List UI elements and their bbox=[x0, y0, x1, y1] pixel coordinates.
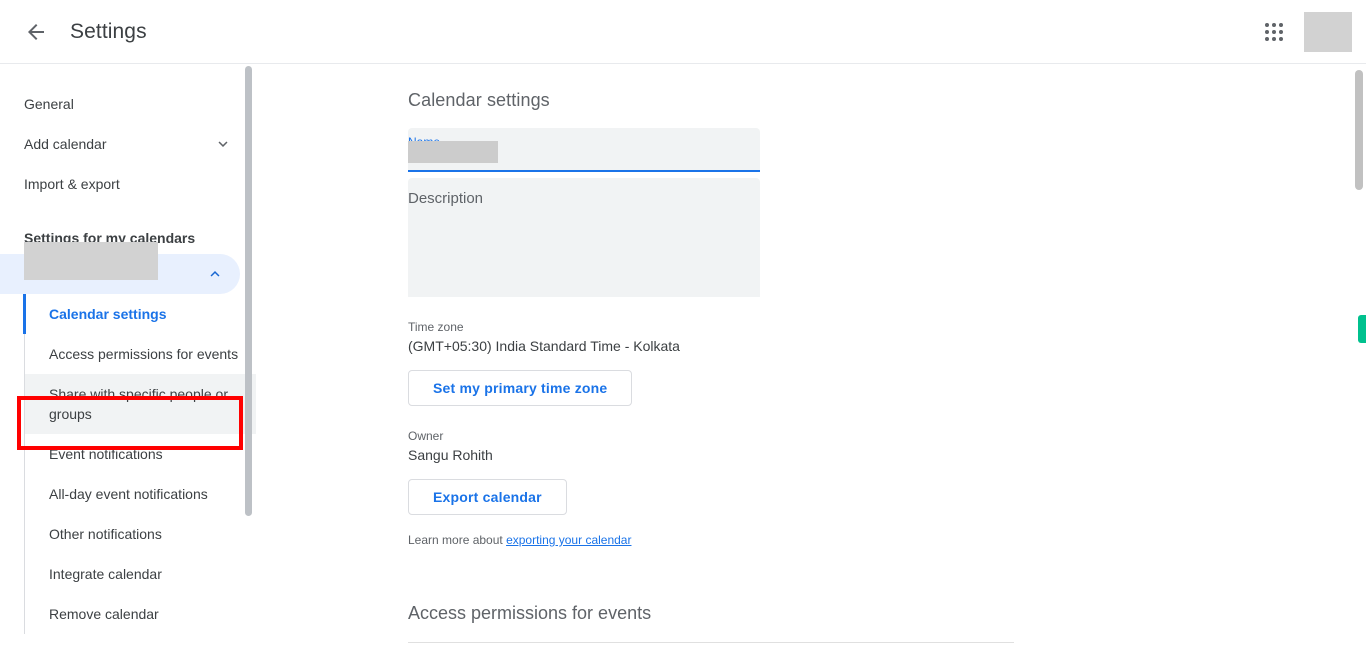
section-heading-calendar-settings: Calendar settings bbox=[408, 90, 550, 110]
sidebar-sub-list: Calendar settings Access permissions for… bbox=[23, 294, 256, 634]
app-header: Settings bbox=[0, 0, 1366, 64]
sidebar-item-general[interactable]: General bbox=[0, 84, 256, 124]
sidebar-item-label: Remove calendar bbox=[49, 606, 159, 622]
export-calendar-button[interactable]: Export calendar bbox=[408, 479, 567, 515]
sidebar-item-access-permissions[interactable]: Access permissions for events bbox=[25, 334, 256, 374]
chevron-down-icon bbox=[214, 135, 232, 153]
timezone-label: Time zone bbox=[408, 320, 464, 334]
avatar[interactable] bbox=[1304, 12, 1352, 52]
sidebar-item-label: Access permissions for events bbox=[49, 346, 239, 362]
export-learn-more: Learn more about exporting your calendar bbox=[408, 533, 1028, 547]
page-title: Settings bbox=[70, 19, 147, 43]
timezone-block: Time zone (GMT+05:30) India Standard Tim… bbox=[408, 319, 1028, 406]
sidebar-item-label: Other notifications bbox=[49, 526, 162, 542]
google-apps-grid-icon[interactable] bbox=[1254, 12, 1294, 52]
chevron-up-icon[interactable] bbox=[206, 265, 224, 283]
settings-sidebar: General Add calendar Import & export Set… bbox=[0, 64, 256, 657]
sidebar-item-label: Add calendar bbox=[24, 136, 107, 152]
sidebar-item-label: Share with specific people or groups bbox=[49, 386, 228, 422]
settings-page: Settings General Add calendar Import & e… bbox=[0, 0, 1366, 657]
sidebar-item-other-notifications[interactable]: Other notifications bbox=[25, 514, 256, 554]
access-permissions-section: Access permissions for events Make avail… bbox=[408, 603, 1028, 657]
sidebar-item-label: Calendar settings bbox=[49, 306, 167, 322]
sidebar-item-label: Integrate calendar bbox=[49, 566, 162, 582]
sidebar-item-calendar-settings[interactable]: Calendar settings bbox=[23, 294, 256, 334]
sidebar-item-label: All-day event notifications bbox=[49, 486, 208, 502]
header-actions bbox=[1254, 0, 1352, 64]
sidebar-scrollbar[interactable] bbox=[245, 66, 252, 516]
export-block: Export calendar Learn more about exporti… bbox=[408, 465, 1028, 547]
timezone-value: (GMT+05:30) India Standard Time - Kolkat… bbox=[408, 338, 680, 354]
set-primary-timezone-button[interactable]: Set my primary time zone bbox=[408, 370, 633, 406]
exporting-your-calendar-link[interactable]: exporting your calendar bbox=[506, 533, 631, 547]
sidebar-item-label: Import & export bbox=[24, 176, 120, 192]
main-content: Calendar settings Name Description Time … bbox=[256, 64, 1366, 657]
section-heading-access-permissions: Access permissions for events bbox=[408, 603, 652, 623]
sidebar-item-add-calendar[interactable]: Add calendar bbox=[0, 124, 256, 164]
calendar-name-value-redaction bbox=[408, 141, 498, 163]
back-arrow-icon[interactable] bbox=[16, 12, 56, 52]
calendar-description-input[interactable]: Description bbox=[408, 178, 760, 297]
sidebar-item-event-notifications[interactable]: Event notifications bbox=[25, 434, 256, 474]
sidebar-item-share-with-specific-people[interactable]: Share with specific people or groups bbox=[25, 374, 256, 434]
sidebar-item-integrate-calendar[interactable]: Integrate calendar bbox=[25, 554, 256, 594]
sidebar-item-label: General bbox=[24, 96, 74, 112]
owner-label: Owner bbox=[408, 429, 444, 443]
calendar-name-redaction bbox=[24, 242, 158, 280]
sidebar-item-all-day-event-notifications[interactable]: All-day event notifications bbox=[25, 474, 256, 514]
section-divider bbox=[408, 642, 1014, 643]
owner-block: Owner Sangu Rohith bbox=[408, 428, 1028, 465]
sidebar-item-label: Event notifications bbox=[49, 446, 163, 462]
calendar-name-input[interactable]: Name bbox=[408, 128, 760, 172]
calendar-description-placeholder: Description bbox=[408, 190, 484, 207]
owner-value: Sangu Rohith bbox=[408, 447, 493, 463]
edge-extension-tab[interactable] bbox=[1358, 315, 1366, 343]
sidebar-item-remove-calendar[interactable]: Remove calendar bbox=[25, 594, 256, 634]
learn-more-text: Learn more about bbox=[408, 533, 507, 547]
page-scrollbar[interactable] bbox=[1355, 70, 1363, 190]
sidebar-item-import-export[interactable]: Import & export bbox=[0, 164, 256, 204]
sidebar-calendar-selector[interactable] bbox=[0, 242, 240, 294]
